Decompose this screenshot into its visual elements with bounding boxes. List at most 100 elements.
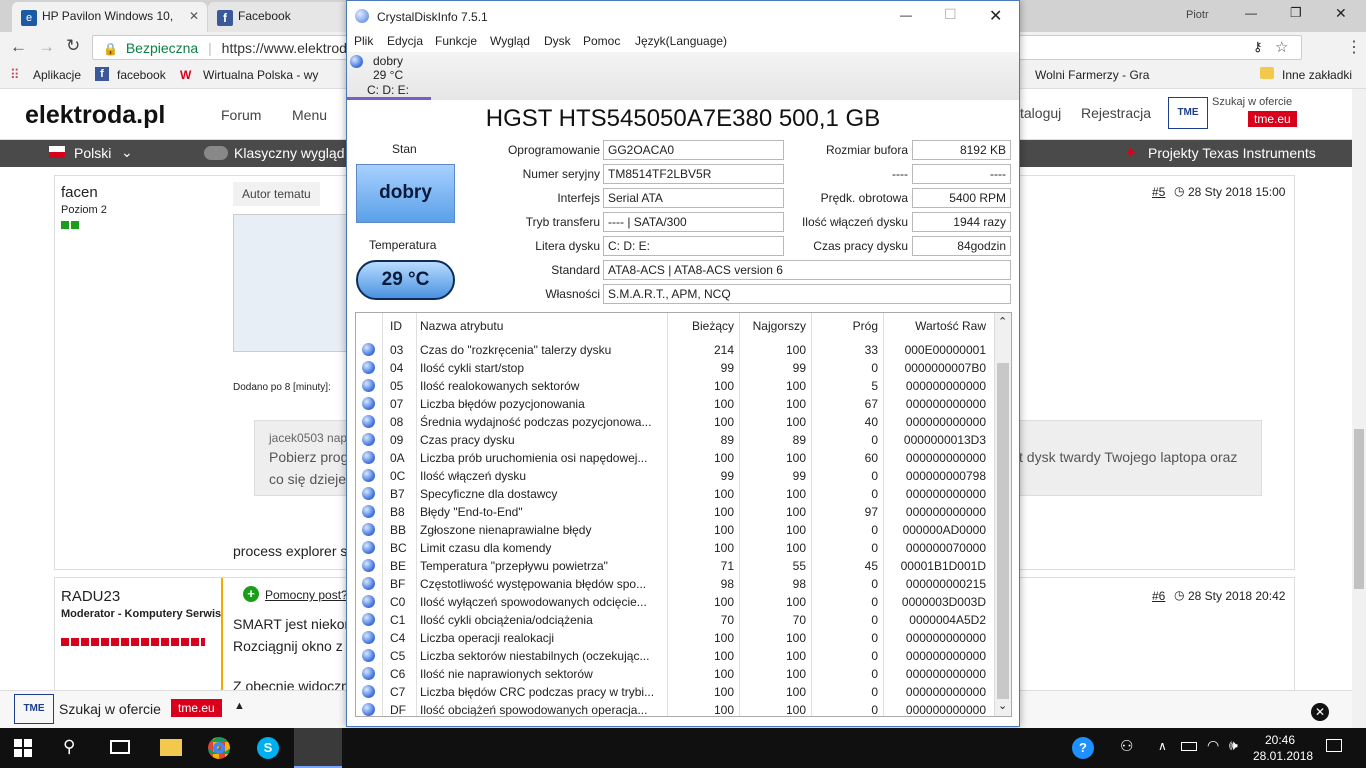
table-row[interactable]: C7 Liczba błędów CRC podczas pracy w tryb… — [356, 683, 996, 701]
scroll-up-icon[interactable]: ⌃ — [998, 315, 1007, 328]
browser-user-name[interactable]: Piotr — [1186, 9, 1209, 21]
wifi-icon[interactable]: ◠ — [1207, 737, 1219, 754]
tray-chevron-icon[interactable]: ∧ — [1158, 739, 1167, 753]
notifications-icon[interactable] — [1326, 739, 1342, 752]
star-icon[interactable]: ☆ — [1275, 38, 1288, 56]
maximize-icon[interactable]: ☐ — [944, 6, 957, 23]
battery-icon[interactable] — [1181, 742, 1197, 751]
post-username[interactable]: facen — [61, 184, 98, 201]
post-number-link[interactable]: #6 — [1152, 589, 1165, 603]
search-icon[interactable]: ⚲ — [63, 737, 75, 757]
nav-menu[interactable]: Menu — [292, 107, 327, 123]
menu-pomoc[interactable]: Pomoc — [583, 34, 620, 48]
file-explorer-icon[interactable] — [160, 739, 182, 756]
clock-date[interactable]: 28.01.2018 — [1253, 749, 1313, 763]
bookmark-other[interactable]: Inne zakładki — [1282, 68, 1352, 82]
table-row[interactable]: 0C Ilość włączeń dysku 99 99 0 000000000798 — [356, 467, 996, 485]
table-scrollbar[interactable]: ⌃ ⌄ — [994, 313, 1011, 716]
author-button[interactable]: Autor tematu — [233, 182, 320, 206]
tme-search-label[interactable]: Szukaj w ofercie — [59, 701, 161, 717]
column-header-threshold[interactable]: Próg — [811, 319, 878, 333]
minimize-icon[interactable]: — — [1245, 6, 1257, 20]
table-row[interactable]: 03 Czas do "rozkręcenia" talerzy dysku 214… — [356, 341, 996, 359]
chrome-icon[interactable] — [208, 737, 230, 759]
nav-register[interactable]: Rejestracja — [1081, 105, 1151, 121]
table-row[interactable]: DF Ilość obciążeń spowodowanych operacja.… — [356, 701, 996, 716]
help-icon[interactable]: ? — [1072, 737, 1094, 759]
chevron-down-icon[interactable]: ⌄ — [121, 144, 133, 161]
minimize-icon[interactable]: — — [900, 8, 912, 22]
menu-dots-icon[interactable]: ⋮ — [1346, 37, 1362, 57]
table-row[interactable]: 04 Ilość cykli start/stop 99 99 0 0000000007B… — [356, 359, 996, 377]
table-row[interactable]: 0A Liczba prób uruchomienia osi napędowej… — [356, 449, 996, 467]
helpful-post-link[interactable]: Pomocny post? — [265, 588, 348, 602]
table-row[interactable]: BB Zgłoszone nienaprawialne błędy 100 100 0 0… — [356, 521, 996, 539]
bookmark-wp[interactable]: Wirtualna Polska - wy — [203, 68, 323, 82]
menu-funkcje[interactable]: Funkcje — [435, 34, 477, 48]
task-view-icon[interactable] — [110, 740, 130, 754]
volume-icon[interactable]: 🕪 — [1229, 737, 1238, 754]
close-tab-icon[interactable]: ✕ — [189, 9, 199, 23]
menu-plik[interactable]: Plik — [354, 34, 373, 48]
scroll-down-icon[interactable]: ⌄ — [998, 699, 1007, 712]
scrollbar-thumb[interactable] — [1354, 429, 1364, 589]
close-window-icon[interactable]: ✕ — [1335, 5, 1347, 22]
scrollbar-thumb[interactable] — [997, 363, 1009, 699]
tab-hp-pavilon[interactable]: e HP Pavilon Windows 10, ✕ — [12, 2, 207, 32]
plus-icon[interactable]: + — [243, 586, 259, 602]
table-row[interactable]: BC Limit czasu dla komendy 100 100 0 00000007… — [356, 539, 996, 557]
column-header-current[interactable]: Bieżący — [667, 319, 734, 333]
chevron-up-icon[interactable]: ▲ — [234, 700, 245, 712]
classic-view-toggle[interactable]: Klasyczny wygląd — [234, 145, 345, 161]
table-row[interactable]: C0 Ilość wyłączeń spowodowanych odcięcie.… — [356, 593, 996, 611]
ti-projects-link[interactable]: Projekty Texas Instruments — [1148, 145, 1316, 161]
people-icon[interactable]: ⚇ — [1120, 737, 1133, 755]
health-status-button[interactable]: dobry — [356, 164, 455, 223]
table-row[interactable]: C5 Liczba sektorów niestabilnych (oczekuj… — [356, 647, 996, 665]
language-select[interactable]: Polski — [74, 145, 111, 161]
forward-icon[interactable]: → — [38, 37, 55, 57]
menu-wyglad[interactable]: Wygląd — [490, 34, 530, 48]
screenshot-thumbnail[interactable] — [233, 214, 348, 352]
table-row[interactable]: C6 Ilość nie naprawionych sektorów 100 100 0… — [356, 665, 996, 683]
post-number-link[interactable]: #5 — [1152, 185, 1165, 199]
nav-login[interactable]: taloguj — [1020, 105, 1061, 121]
back-icon[interactable]: ← — [10, 37, 27, 57]
table-row[interactable]: 09 Czas pracy dysku 89 89 0 0000000013D3 — [356, 431, 996, 449]
table-row[interactable]: C4 Liczba operacji realokacji 100 100 0 00000… — [356, 629, 996, 647]
table-row[interactable]: 08 Średnia wydajność podczas pozycjonowa.… — [356, 413, 996, 431]
menu-language[interactable]: Język(Language) — [635, 34, 727, 48]
menu-dysk[interactable]: Dysk — [544, 34, 571, 48]
column-header-id[interactable]: ID — [390, 319, 402, 333]
skype-icon[interactable]: S — [257, 737, 279, 759]
clock-time[interactable]: 20:46 — [1265, 733, 1295, 747]
column-header-raw[interactable]: Wartość Raw — [883, 319, 986, 333]
close-icon[interactable]: ✕ — [989, 6, 1002, 26]
post-username[interactable]: RADU23 — [61, 588, 120, 605]
nav-forum[interactable]: Forum — [221, 107, 261, 123]
table-row[interactable]: BE Temperatura "przepływu powietrza" 71 55 4… — [356, 557, 996, 575]
tme-search-label[interactable]: Szukaj w ofercie — [1212, 96, 1292, 108]
table-row[interactable]: B8 Błędy "End-to-End" 100 100 97 000000000000 — [356, 503, 996, 521]
bookmark-facebook[interactable]: facebook — [117, 68, 166, 82]
column-header-name[interactable]: Nazwa atrybutu — [420, 319, 503, 333]
table-row[interactable]: C1 Ilość cykli obciążenia/odciążenia 70 70 0… — [356, 611, 996, 629]
bookmark-farmer[interactable]: Wolni Farmerzy - Gra — [1035, 68, 1149, 82]
crystaldiskinfo-task-icon[interactable] — [294, 728, 342, 768]
site-logo[interactable]: elektroda.pl — [25, 101, 165, 130]
windows-start-icon[interactable] — [14, 739, 32, 757]
close-bar-icon[interactable]: ✕ — [1311, 703, 1329, 721]
page-scrollbar[interactable] — [1352, 89, 1366, 729]
key-icon[interactable]: ⚷ — [1253, 39, 1263, 55]
menu-edycja[interactable]: Edycja — [387, 34, 423, 48]
table-row[interactable]: 05 Ilość realokowanych sektorów 100 100 5 000… — [356, 377, 996, 395]
toggle-icon[interactable] — [204, 146, 228, 160]
table-row[interactable]: BF Częstotliwość występowania błędów spo.… — [356, 575, 996, 593]
table-row[interactable]: 07 Liczba błędów pozycjonowania 100 100 67 00… — [356, 395, 996, 413]
bookmark-apps[interactable]: Aplikacje — [33, 68, 81, 82]
column-header-worst[interactable]: Najgorszy — [739, 319, 806, 333]
restore-icon[interactable]: ❐ — [1290, 5, 1302, 21]
tme-badge[interactable]: tme.eu — [1248, 111, 1297, 127]
table-row[interactable]: B7 Specyficzne dla dostawcy 100 100 0 0000000… — [356, 485, 996, 503]
drive-tab[interactable]: dobry 29 °C C: D: E: — [347, 52, 1019, 100]
